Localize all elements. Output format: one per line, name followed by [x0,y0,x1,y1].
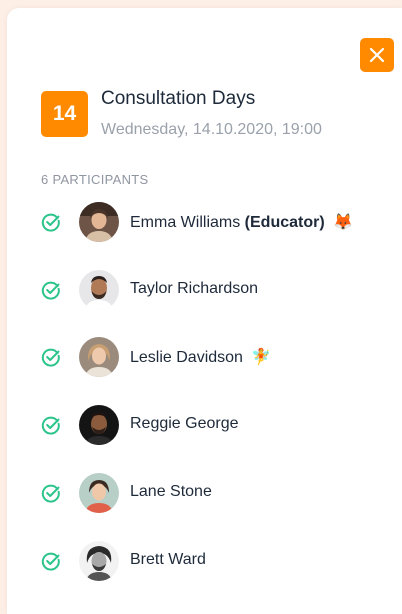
check-circle-icon [41,552,60,571]
participant-name-row: Lane Stone [130,483,216,501]
avatar [79,202,119,242]
check-circle-icon [41,484,60,503]
date-badge-day: 14 [52,102,77,125]
participant-row[interactable]: Leslie Davidson 🧚 [7,337,402,377]
participants-count-label: 6 PARTICIPANTS [41,172,149,187]
participant-row[interactable]: Taylor Richardson [7,270,402,310]
event-title: Consultation Days [101,88,256,109]
participant-row[interactable]: Brett Ward [7,541,402,581]
close-icon [369,47,385,63]
close-button[interactable] [360,38,394,72]
participant-name: Brett Ward [130,551,206,568]
check-circle-icon [41,281,60,300]
check-circle-icon [41,213,60,232]
participant-emoji: 🦊 [333,214,354,231]
participant-emoji: 🧚 [251,349,272,366]
participant-name-row: Leslie Davidson 🧚 [130,347,271,367]
avatar [79,270,119,310]
participant-name: Reggie George [130,415,239,432]
check-circle-icon [41,348,60,367]
participant-name: Taylor Richardson [130,280,259,297]
event-datetime: Wednesday, 14.10.2020, 19:00 [101,121,322,138]
avatar [79,541,119,581]
avatar [79,473,119,513]
event-detail-panel: 14 Consultation Days Wednesday, 14.10.20… [7,8,402,614]
participant-name-row: Brett Ward [130,551,210,569]
participant-name: Lane Stone [130,483,212,500]
date-badge: 14 [41,91,88,137]
participant-name-row: Reggie George [130,415,243,433]
participant-name: Emma Williams [130,214,241,231]
participant-row[interactable]: Reggie George [7,405,402,445]
avatar [79,405,119,445]
participant-name: Leslie Davidson [130,349,243,366]
participant-name-row: Taylor Richardson [130,280,262,298]
participant-name-row: Emma Williams (Educator) 🦊 [130,212,353,232]
participant-role: (Educator) [244,214,325,231]
participant-row[interactable]: Emma Williams (Educator) 🦊 [7,202,402,242]
avatar [79,337,119,377]
check-circle-icon [41,416,60,435]
participant-row[interactable]: Lane Stone [7,473,402,513]
